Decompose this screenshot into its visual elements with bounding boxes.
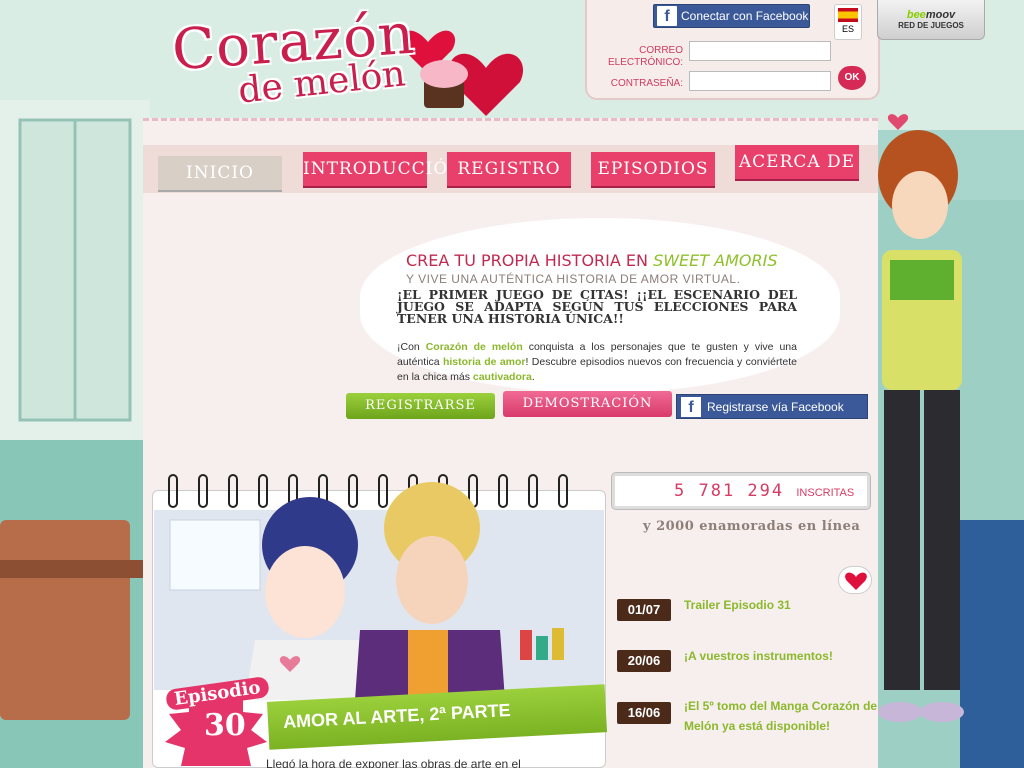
news-date: 01/07 bbox=[617, 599, 671, 621]
news-link[interactable]: Trailer Episodio 31 bbox=[684, 595, 878, 616]
episode-number: 30 bbox=[204, 708, 246, 743]
news-date: 16/06 bbox=[617, 702, 671, 724]
episode-teaser: Llegó la hora de exponer las obras de ar… bbox=[266, 757, 521, 768]
news-link[interactable]: ¡A vuestros instrumentos! bbox=[684, 646, 878, 667]
news-link[interactable]: ¡El 5º tomo del Manga Corazón de Melón y… bbox=[684, 696, 878, 736]
news-date: 20/06 bbox=[617, 650, 671, 672]
member-count: 5 781 294 INSCRITAS bbox=[674, 481, 855, 501]
news-heart-icon bbox=[838, 566, 872, 594]
online-count: y 2000 enamoradas en línea bbox=[643, 519, 861, 534]
